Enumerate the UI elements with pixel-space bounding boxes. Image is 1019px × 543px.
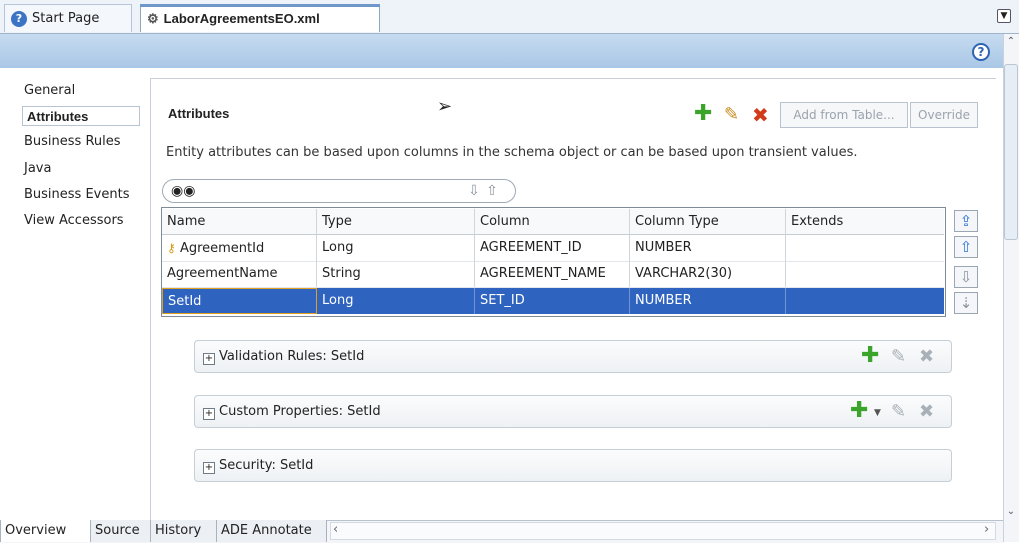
entity-object-icon: ⚙: [147, 10, 159, 26]
table-cell-column-type: VARCHAR2(30): [630, 261, 786, 287]
document-list-dropdown-icon[interactable]: ▼: [997, 9, 1011, 23]
table-cell-column: AGREEMENT_NAME: [475, 261, 630, 287]
expand-icon[interactable]: +: [203, 462, 215, 474]
validation-rules-label: Validation Rules: SetId: [219, 349, 365, 364]
security-header: + Security: SetId: [203, 458, 313, 474]
scroll-up-icon[interactable]: ⌃: [1004, 34, 1018, 48]
custom-properties-label: Custom Properties: SetId: [219, 404, 381, 419]
column-header-extends[interactable]: Extends: [786, 209, 944, 235]
tab-source[interactable]: Source: [91, 520, 151, 542]
table-cell-column: AGREEMENT_ID: [475, 235, 630, 261]
column-header-type[interactable]: Type: [317, 209, 475, 235]
scroll-down-icon[interactable]: ⌄: [1004, 504, 1018, 518]
table-row[interactable]: AgreementName String AGREEMENT_NAME VARC…: [162, 261, 944, 288]
scroll-right-icon[interactable]: ›: [984, 522, 989, 537]
table-cell-extends: [786, 288, 944, 314]
add-rule-icon[interactable]: ✚: [861, 343, 879, 368]
nav-item-view-accessors[interactable]: View Accessors: [24, 211, 124, 231]
delete-icon[interactable]: ✖: [752, 103, 769, 127]
nav-item-java[interactable]: Java: [24, 159, 51, 179]
tab-labor-agreements-eo[interactable]: ⚙ LaborAgreementsEO.xml: [140, 4, 380, 32]
section-title: Attributes: [168, 106, 230, 121]
search-field[interactable]: [162, 179, 516, 203]
help-icon[interactable]: ?: [972, 43, 990, 61]
table-cell-extends: [786, 235, 944, 261]
column-header-column[interactable]: Column: [475, 209, 630, 235]
table-cell-type: Long: [317, 288, 475, 314]
chevron-down-icon[interactable]: ▼: [874, 408, 881, 418]
tab-history[interactable]: History: [151, 520, 217, 542]
vertical-scroll-thumb[interactable]: [1004, 64, 1018, 240]
table-cell-column-type: NUMBER: [630, 288, 786, 314]
find-next-icon[interactable]: ⇩: [466, 183, 482, 199]
nav-item-attributes[interactable]: Attributes: [22, 106, 140, 126]
validation-rules-header: + Validation Rules: SetId: [203, 349, 364, 365]
add-property-icon[interactable]: ✚: [850, 398, 868, 423]
editor-header-band: [0, 34, 1003, 68]
delete-icon[interactable]: ✖: [919, 401, 934, 422]
add-from-table-button[interactable]: Add from Table...: [780, 102, 908, 128]
tab-start-page[interactable]: ? Start Page: [4, 4, 132, 32]
move-down-icon[interactable]: ⇩: [954, 266, 978, 288]
table-header-row: Name Type Column Column Type Extends: [162, 209, 944, 235]
column-header-name[interactable]: Name: [162, 209, 317, 235]
horizontal-scrollbar[interactable]: [330, 522, 996, 540]
custom-properties-section[interactable]: + Custom Properties: SetId ✚ ▼ ✎ ✖: [194, 395, 952, 428]
table-cell-type: String: [317, 261, 475, 287]
help-icon: ?: [11, 10, 27, 27]
expand-icon[interactable]: +: [203, 353, 215, 365]
security-label: Security: SetId: [219, 458, 314, 473]
move-to-bottom-icon[interactable]: ⇣: [954, 292, 978, 314]
binoculars-icon[interactable]: ◉◉: [171, 183, 195, 199]
table-cell-name: ⚷ AgreementId: [162, 235, 317, 261]
override-button[interactable]: Override: [910, 102, 978, 128]
table-cell-column-type: NUMBER: [630, 235, 786, 261]
table-cell-name: SetId: [162, 288, 317, 314]
primary-key-icon: ⚷: [167, 241, 176, 255]
delete-icon[interactable]: ✖: [919, 346, 934, 367]
table-row[interactable]: ⚷ AgreementId Long AGREEMENT_ID NUMBER: [162, 235, 944, 262]
security-section[interactable]: + Security: SetId: [194, 449, 952, 482]
edit-pencil-icon[interactable]: ✎: [891, 346, 906, 367]
edit-pencil-icon[interactable]: ✎: [891, 401, 906, 422]
column-header-column-type[interactable]: Column Type: [630, 209, 786, 235]
table-cell-column: SET_ID: [475, 288, 630, 314]
find-previous-icon[interactable]: ⇧: [484, 183, 500, 199]
attribute-name: AgreementId: [179, 241, 265, 256]
move-to-top-icon[interactable]: ⇪: [954, 210, 978, 232]
mouse-pointer-icon: ➢: [437, 96, 453, 117]
tab-start-page-label: Start Page: [32, 11, 100, 26]
table-row-selected[interactable]: SetId Long SET_ID NUMBER: [162, 288, 944, 314]
move-up-icon[interactable]: ⇧: [954, 236, 978, 258]
custom-properties-header: + Custom Properties: SetId: [203, 404, 381, 420]
attributes-description: Entity attributes can be based upon colu…: [166, 145, 858, 160]
scroll-left-icon[interactable]: ‹: [333, 522, 338, 537]
tab-overview[interactable]: Overview: [0, 520, 91, 542]
table-cell-extends: [786, 261, 944, 287]
nav-item-general[interactable]: General: [24, 81, 75, 101]
tab-ade-annotate[interactable]: ADE Annotate: [217, 520, 327, 542]
edit-pencil-icon[interactable]: ✎: [724, 104, 739, 125]
add-attribute-icon[interactable]: ✚: [694, 103, 712, 125]
validation-rules-section[interactable]: + Validation Rules: SetId ✚ ✎ ✖: [194, 340, 952, 373]
tab-labor-agreements-eo-label: LaborAgreementsEO.xml: [163, 11, 320, 26]
nav-item-business-rules[interactable]: Business Rules: [24, 132, 121, 152]
nav-item-business-events[interactable]: Business Events: [24, 185, 129, 205]
expand-icon[interactable]: +: [203, 408, 215, 420]
table-cell-type: Long: [317, 235, 475, 261]
table-cell-name: AgreementName: [162, 261, 317, 287]
